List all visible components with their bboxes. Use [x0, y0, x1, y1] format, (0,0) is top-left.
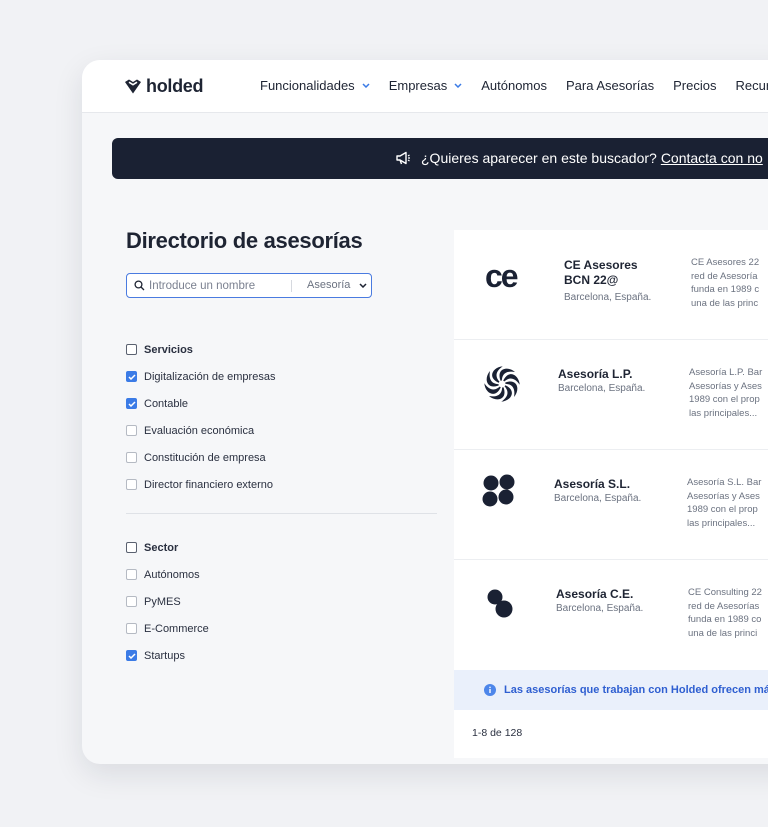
search-divider	[291, 280, 292, 292]
result-name: Asesoría L.P.	[558, 367, 633, 381]
nav-item-label: Empresas	[388, 78, 448, 93]
ce-logo-icon: ce	[485, 260, 520, 292]
info-notice: Las asesorías que trabajan con Holded of…	[454, 670, 768, 710]
filter-option-label: Contable	[144, 397, 189, 410]
nav-links: Funcionalidades Empresas Autónomos Para …	[260, 78, 768, 93]
result-card[interactable]: ce CE Asesores BCN 22@ Barcelona, España…	[454, 230, 768, 340]
filter-option-digitalizacion[interactable]: Digitalización de empresas	[126, 363, 446, 390]
result-description: Asesoría S.L. Bar Asesorías y Ases 1989 …	[687, 477, 762, 529]
checkbox[interactable]	[126, 425, 137, 436]
nav-item-para-asesorias[interactable]: Para Asesorías	[566, 78, 654, 93]
brand-logo[interactable]: holded	[124, 76, 204, 97]
page-title: Directorio de asesorías	[126, 228, 363, 253]
filter-option-label: Constitución de empresa	[144, 451, 266, 464]
filter-option-pymes[interactable]: PyMES	[126, 588, 446, 615]
brand-name: holded	[146, 76, 204, 96]
nav-item-label: Autónomos	[481, 78, 547, 93]
filter-option-label: Startups	[144, 649, 185, 662]
nav-item-precios[interactable]: Precios	[673, 78, 716, 93]
checkbox-checked[interactable]	[126, 371, 137, 382]
svg-text:ce: ce	[485, 260, 518, 292]
pagination-label: 1-8 de 128	[472, 727, 523, 739]
nav-item-label: Para Asesorías	[565, 78, 655, 93]
result-description: CE Consulting 22 red de Asesorías funda …	[688, 587, 762, 639]
info-text: Las asesorías que trabajan con Holded of…	[504, 684, 768, 696]
filter-option-constitucion[interactable]: Constitución de empresa	[126, 444, 446, 471]
chevron-down-icon	[454, 83, 462, 88]
search-icon	[134, 280, 145, 291]
filter-option-autonomos[interactable]: Autónomos	[126, 561, 446, 588]
dots-logo-icon	[482, 474, 515, 507]
result-name: Asesoría C.E.	[556, 587, 634, 601]
filter-group-sector[interactable]: Sector	[126, 534, 446, 561]
filter-option-contable[interactable]: Contable	[126, 390, 446, 417]
banner-text: ¿Quieres aparecer en este buscador?	[421, 150, 657, 166]
filter-option-evaluacion[interactable]: Evaluación económica	[126, 417, 446, 444]
info-icon	[484, 684, 496, 696]
filter-option-label: Director financiero externo	[144, 478, 274, 491]
filter-option-label: PyMES	[144, 595, 181, 608]
nav-item-autonomos[interactable]: Autónomos	[481, 78, 547, 93]
search-type-select[interactable]: Asesoría	[307, 279, 367, 291]
result-card[interactable]: Asesoría C.E. Barcelona, España. CE Cons…	[454, 560, 768, 669]
filter-option-director-financiero[interactable]: Director financiero externo	[126, 471, 446, 498]
chevron-down-icon	[359, 282, 367, 288]
filter-option-label: Autónomos	[144, 568, 200, 581]
search-type-value: Asesoría	[307, 279, 351, 291]
filter-option-startups[interactable]: Startups	[126, 642, 446, 669]
filter-option-label: Evaluación económica	[144, 424, 255, 437]
filter-group-title: Sector	[144, 541, 179, 554]
filters-panel: Servicios Digitalización de empresas Con…	[126, 336, 446, 669]
nav-item-label: Precios	[673, 78, 717, 93]
check-icon	[127, 400, 136, 407]
check-icon	[127, 652, 136, 659]
results-list: ce CE Asesores BCN 22@ Barcelona, España…	[454, 230, 768, 758]
nav-item-recursos[interactable]: Recurso	[736, 78, 768, 93]
top-navigation: holded Funcionalidades Empresas Autónomo…	[82, 60, 768, 113]
holded-logo-icon	[125, 79, 141, 94]
result-card[interactable]: Asesoría S.L. Barcelona, España. Asesorí…	[454, 450, 768, 560]
checkbox[interactable]	[126, 452, 137, 463]
search-input[interactable]	[149, 277, 287, 294]
promo-banner: ¿Quieres aparecer en este buscador? Cont…	[112, 138, 768, 179]
nav-item-funcionalidades[interactable]: Funcionalidades	[260, 78, 370, 93]
nav-item-label: Recurso	[735, 78, 768, 93]
result-location: Barcelona, España.	[554, 493, 642, 504]
filter-option-ecommerce[interactable]: E-Commerce	[126, 615, 446, 642]
filter-group-servicios[interactable]: Servicios	[126, 336, 446, 363]
checkbox-checked[interactable]	[126, 398, 137, 409]
chevron-down-icon	[362, 83, 370, 88]
result-description: CE Asesores 22 red de Asesoría funda en …	[691, 257, 760, 309]
checkbox[interactable]	[126, 479, 137, 490]
checkbox[interactable]	[126, 569, 137, 580]
nav-item-label: Funcionalidades	[260, 78, 355, 93]
result-card[interactable]: Asesoría L.P. Barcelona, España. Asesorí…	[454, 340, 768, 450]
two-dots-logo-icon	[487, 589, 513, 618]
result-location: Barcelona, España.	[564, 292, 652, 303]
checkbox[interactable]	[126, 596, 137, 607]
search-bar: Asesoría	[126, 273, 372, 298]
result-description: Asesoría L.P. Bar Asesorías y Ases 1989 …	[689, 367, 763, 419]
filter-group-title: Servicios	[144, 343, 193, 356]
app-window: holded Funcionalidades Empresas Autónomo…	[82, 60, 768, 764]
filter-option-label: E-Commerce	[144, 622, 209, 635]
banner-contact-link[interactable]: Contacta con no	[661, 150, 763, 166]
result-name: Asesoría S.L.	[554, 477, 631, 491]
nav-item-empresas[interactable]: Empresas	[389, 78, 463, 93]
result-name: CE Asesores BCN 22@	[564, 258, 638, 287]
checkbox-checked[interactable]	[126, 650, 137, 661]
banner-content: ¿Quieres aparecer en este buscador? Cont…	[395, 150, 763, 166]
result-location: Barcelona, España.	[556, 603, 644, 614]
checkbox[interactable]	[126, 344, 137, 355]
check-icon	[127, 373, 136, 380]
megaphone-icon	[396, 151, 410, 165]
filter-option-label: Digitalización de empresas	[144, 370, 276, 383]
result-location: Barcelona, España.	[558, 383, 646, 394]
swirl-logo-icon	[484, 366, 520, 402]
filters-divider	[126, 513, 437, 514]
checkbox[interactable]	[126, 542, 137, 553]
checkbox[interactable]	[126, 623, 137, 634]
